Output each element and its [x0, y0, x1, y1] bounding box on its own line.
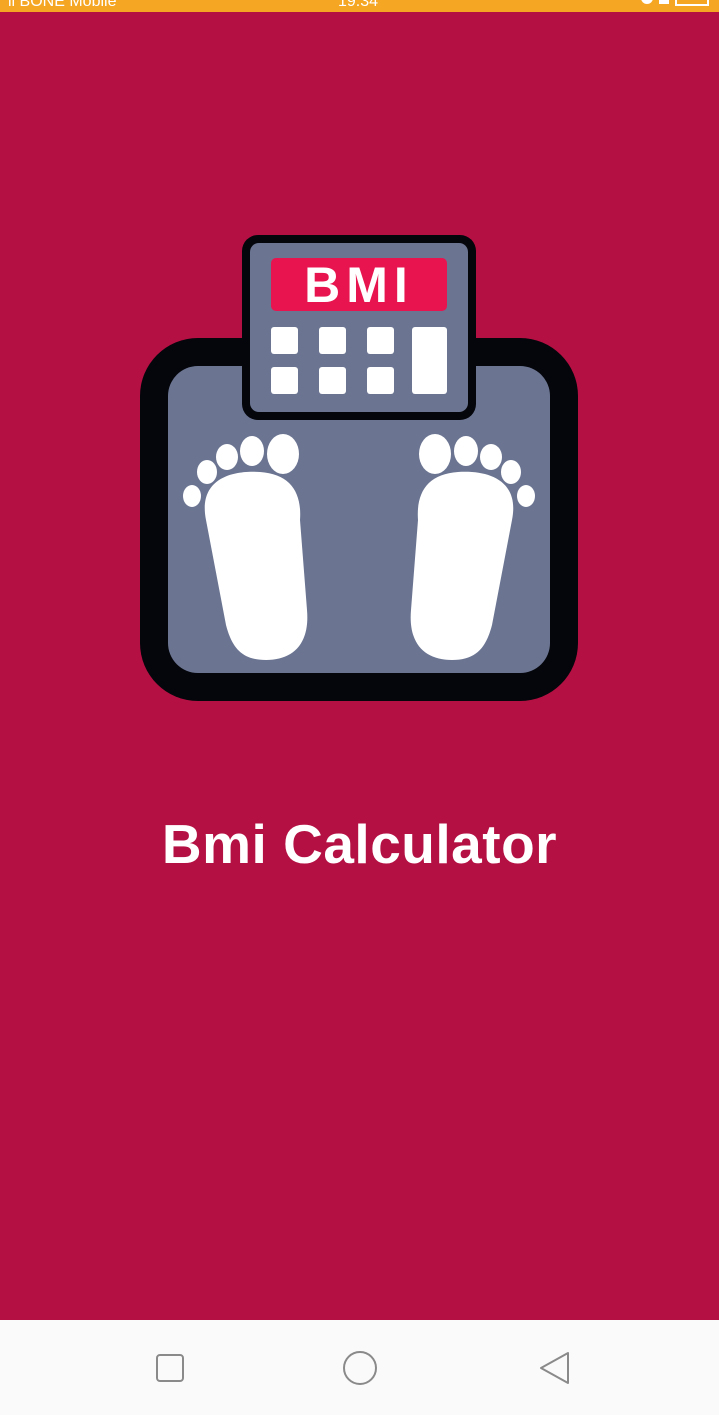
app-title: Bmi Calculator: [161, 813, 558, 875]
square-icon: [156, 1354, 184, 1382]
bmi-scale-logo: BMI: [140, 235, 578, 701]
back-button[interactable]: [534, 1348, 574, 1388]
recents-button[interactable]: [150, 1348, 190, 1388]
wifi-icon: [641, 0, 653, 4]
battery-icon: [675, 0, 709, 6]
carrier-label: ll BONE Mobile: [8, 0, 117, 10]
clock: 19:34: [338, 0, 379, 10]
status-bar: ll BONE Mobile 19:34: [0, 0, 719, 12]
bmi-badge-text: BMI: [304, 257, 414, 313]
status-icons: [641, 0, 709, 6]
circle-icon: [343, 1351, 377, 1385]
signal-icon: [659, 0, 669, 4]
system-nav-bar: [0, 1320, 719, 1415]
home-button[interactable]: [340, 1348, 380, 1388]
triangle-back-icon: [540, 1352, 569, 1384]
splash-screen: ll BONE Mobile 19:34 BMI Bmi Calculator: [0, 0, 719, 1415]
